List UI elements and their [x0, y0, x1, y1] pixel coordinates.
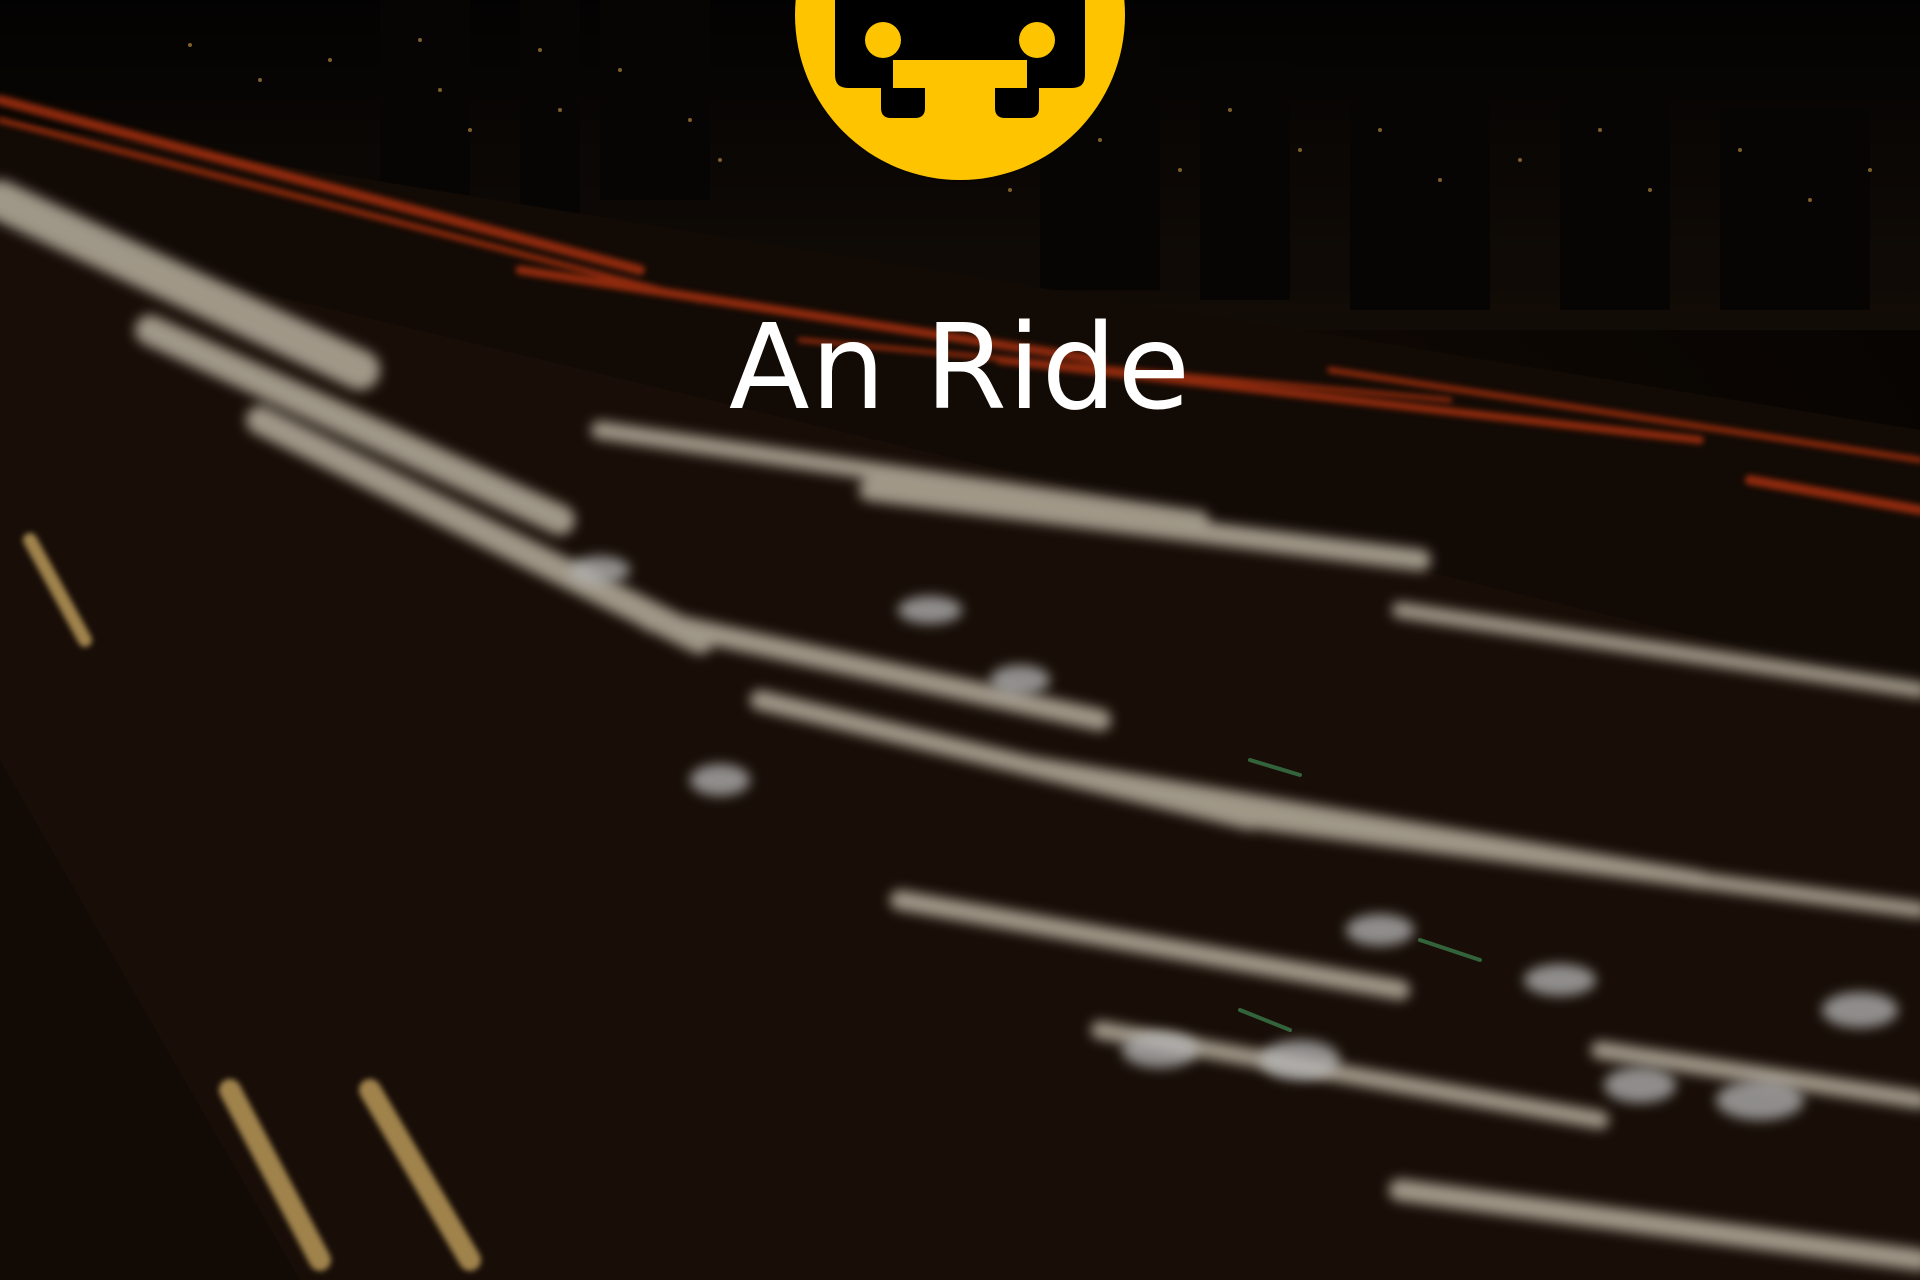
app-logo [795, 0, 1125, 180]
app-title: An Ride [728, 298, 1192, 436]
splash-screen: An Ride [0, 0, 1920, 1280]
background-dim-overlay [0, 0, 1920, 1280]
car-front-icon [835, 0, 1085, 118]
